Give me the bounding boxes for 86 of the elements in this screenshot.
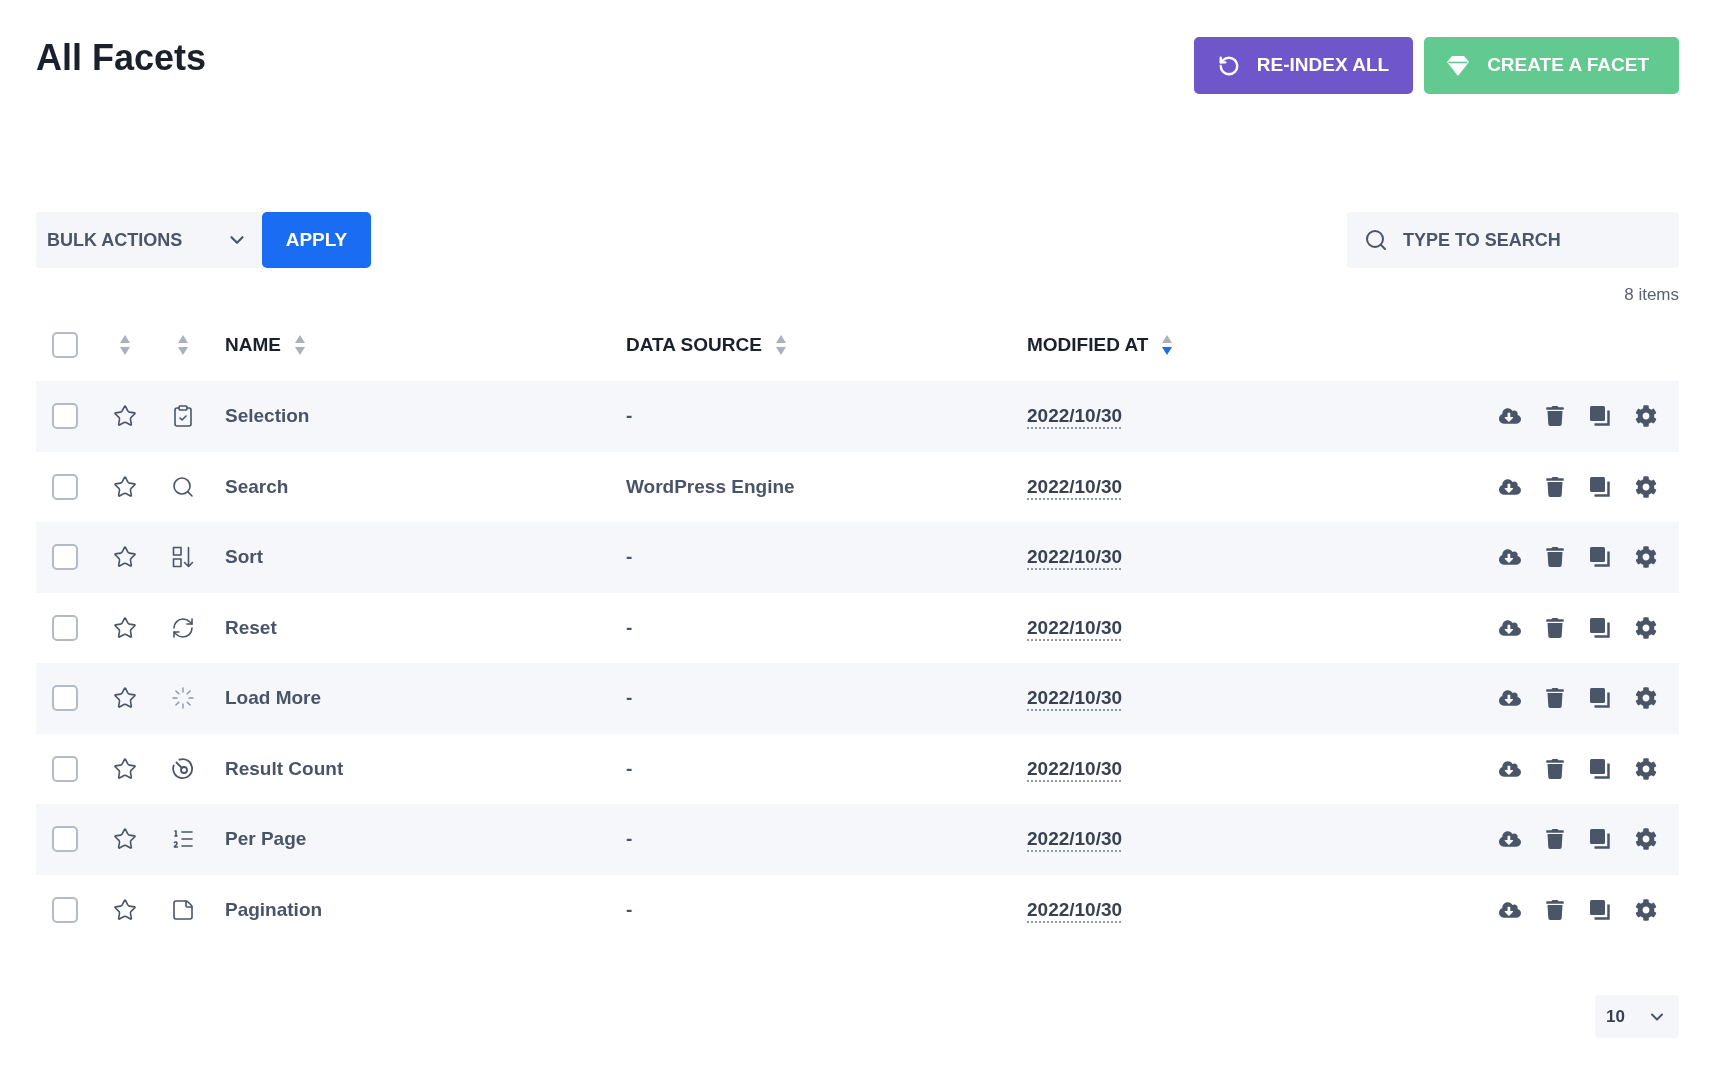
column-header[interactable]: DATA SOURCE [626, 330, 762, 360]
search-icon [171, 474, 195, 499]
settings-icon[interactable] [1635, 616, 1657, 639]
modified-date: 2022/10/30 [1027, 756, 1123, 781]
trash-icon[interactable] [1545, 476, 1565, 497]
data-source: - [626, 404, 633, 428]
facet-name[interactable]: Load More [225, 684, 322, 713]
modified-date: 2022/10/30 [1027, 474, 1123, 499]
page-title: All Facets [36, 36, 207, 80]
facet-name[interactable]: Search [225, 472, 289, 501]
data-source: - [626, 615, 633, 640]
star-icon[interactable] [113, 827, 137, 852]
copy-icon[interactable] [1589, 687, 1611, 710]
copy-icon[interactable] [1589, 405, 1611, 428]
facet-name[interactable]: Pagination [225, 895, 323, 924]
modified-date: 2022/10/30 [1027, 827, 1123, 851]
data-source: - [626, 545, 633, 569]
copy-icon[interactable] [1589, 616, 1611, 639]
settings-icon[interactable] [1635, 898, 1657, 921]
trash-icon[interactable] [1545, 547, 1565, 568]
search-field[interactable]: TYPE TO SEARCH [1347, 212, 1679, 268]
checkbox[interactable] [52, 473, 78, 500]
reindex-button[interactable]: RE-INDEX ALL [1193, 37, 1414, 94]
copy-icon[interactable] [1589, 475, 1611, 498]
settings-icon[interactable] [1635, 405, 1657, 428]
checkbox[interactable] [52, 685, 78, 712]
note-icon [171, 897, 195, 922]
column-header[interactable]: NAME [225, 330, 281, 360]
clipboard-check-icon [171, 404, 195, 429]
checkbox[interactable] [52, 755, 78, 782]
item-count: 8 items [1624, 285, 1679, 305]
data-source: - [626, 897, 633, 922]
rotate-arrow-icon [1217, 54, 1240, 77]
sort-descending-icon [171, 545, 195, 570]
trash-icon[interactable] [1545, 406, 1565, 427]
copy-icon[interactable] [1589, 828, 1611, 851]
trash-icon[interactable] [1545, 688, 1565, 709]
modified-date: 2022/10/30 [1027, 897, 1123, 922]
bulk-actions-select[interactable]: BULK ACTIONS [36, 212, 262, 268]
settings-icon[interactable] [1635, 546, 1657, 569]
star-icon[interactable] [113, 474, 137, 499]
spinner-icon [171, 686, 195, 711]
trash-icon[interactable] [1545, 829, 1565, 850]
data-source: WordPress Engine [626, 474, 795, 499]
data-source: - [626, 686, 633, 710]
trash-icon[interactable] [1545, 899, 1565, 920]
facet-name[interactable]: Sort [225, 543, 263, 572]
star-icon[interactable] [113, 545, 137, 570]
gauge-icon [171, 756, 195, 781]
checkbox[interactable] [52, 896, 78, 923]
per-page-select[interactable]: 10 [1595, 995, 1679, 1038]
modified-date: 2022/10/30 [1027, 404, 1123, 428]
modified-date: 2022/10/30 [1027, 545, 1123, 569]
copy-icon[interactable] [1589, 546, 1611, 569]
settings-icon[interactable] [1635, 828, 1657, 851]
facet-name[interactable]: Per Page [225, 825, 307, 854]
data-source: - [626, 827, 633, 851]
checkbox[interactable] [52, 544, 78, 571]
settings-icon[interactable] [1635, 475, 1657, 498]
star-icon[interactable] [113, 615, 137, 640]
star-icon[interactable] [113, 686, 137, 711]
column-header[interactable]: MODIFIED AT [1027, 330, 1149, 360]
copy-icon[interactable] [1589, 757, 1611, 780]
modified-date: 2022/10/30 [1027, 686, 1123, 710]
settings-icon[interactable] [1635, 757, 1657, 780]
diamond-icon [1446, 54, 1471, 77]
checkbox[interactable] [52, 614, 78, 641]
checkbox[interactable] [52, 403, 78, 430]
facet-name[interactable]: Reset [225, 613, 277, 642]
apply-button[interactable]: APPLY [262, 212, 371, 268]
settings-icon[interactable] [1635, 687, 1657, 710]
checkbox[interactable] [52, 332, 78, 358]
sort-arrows-icon[interactable] [1161, 334, 1174, 356]
trash-icon[interactable] [1545, 617, 1565, 638]
facet-name[interactable]: Selection [225, 402, 310, 431]
trash-icon[interactable] [1545, 758, 1565, 779]
star-icon[interactable] [113, 756, 137, 781]
search-icon [1364, 228, 1388, 252]
checkbox[interactable] [52, 826, 78, 853]
copy-icon[interactable] [1589, 898, 1611, 921]
facet-name[interactable]: Result Count [225, 754, 344, 783]
data-source: - [626, 756, 633, 781]
modified-date: 2022/10/30 [1027, 615, 1123, 640]
star-icon[interactable] [113, 404, 137, 429]
refresh-icon [171, 615, 195, 640]
star-icon[interactable] [113, 897, 137, 922]
